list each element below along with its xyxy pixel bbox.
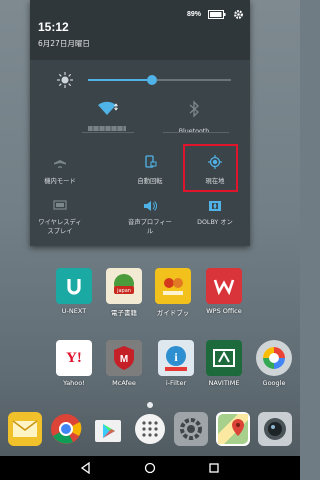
tile-wifi[interactable]	[73, 100, 143, 116]
unext-icon	[56, 268, 92, 304]
app-wps-office[interactable]: WPS Office	[194, 268, 254, 315]
tile-sound-profile[interactable]: 音声プロフィー ル	[115, 200, 185, 236]
tile-airplane-mode[interactable]: 機内モード	[25, 155, 95, 186]
app-google[interactable]: Google	[244, 340, 304, 387]
tile-dolby[interactable]: DOLBY オン	[180, 200, 250, 227]
home-icon[interactable]	[144, 462, 156, 474]
tile-divider	[163, 132, 229, 133]
tile-label: 自動回転	[137, 178, 163, 185]
app-label: McAfee	[112, 379, 136, 387]
app-label: Google	[262, 379, 286, 387]
guidebook-icon	[155, 268, 191, 304]
brightness-slider-fill	[88, 79, 153, 81]
wifi-network-name	[88, 126, 126, 131]
date-label: 6月27日月曜日	[38, 39, 90, 48]
tile-wireless-display[interactable]: ワイヤレスディ スプレイ	[25, 200, 95, 236]
mcafee-icon: M	[106, 340, 142, 376]
back-icon[interactable]	[80, 462, 92, 474]
tile-label: DOLBY オン	[197, 219, 233, 226]
location-highlight-box	[183, 144, 238, 192]
battery-percentage: 89%	[187, 11, 202, 18]
battery-icon	[208, 10, 226, 19]
tile-label: 音声プロフィー ル	[128, 219, 172, 235]
page-indicator	[147, 402, 153, 408]
ebook-japan-icon: japan	[106, 268, 142, 304]
brightness-icon	[57, 72, 73, 88]
brightness-slider-thumb[interactable]	[147, 75, 158, 85]
app-label: WPS Office	[206, 307, 242, 315]
clock: 15:12	[38, 20, 69, 34]
google-icon	[256, 340, 292, 376]
svg-text:japan: japan	[116, 288, 131, 294]
email-icon[interactable]	[8, 412, 42, 446]
tile-label: 機内モード	[44, 178, 76, 185]
quick-settings-panel: 15:12 6月27日月曜日 89% Bluetooth 機内モード	[30, 0, 250, 246]
app-mcafee[interactable]: M McAfee	[94, 340, 154, 387]
tile-divider	[82, 132, 134, 133]
settings-gear-icon[interactable]	[233, 9, 244, 20]
tile-bluetooth[interactable]: Bluetooth	[159, 100, 229, 136]
wifi-icon	[98, 101, 118, 115]
app-drawer-icon[interactable]	[133, 412, 167, 446]
dolby-icon	[209, 201, 221, 211]
yahoo-icon: Y!	[56, 340, 92, 376]
recents-icon[interactable]	[208, 462, 220, 474]
bluetooth-icon	[189, 100, 199, 118]
volume-icon	[144, 201, 157, 211]
tile-label: ワイヤレスディ スプレイ	[38, 219, 82, 235]
settings-icon[interactable]	[174, 412, 208, 446]
airplane-icon	[54, 156, 66, 168]
wps-office-icon	[206, 268, 242, 304]
ifilter-icon: i	[158, 340, 194, 376]
play-store-icon[interactable]	[91, 412, 125, 446]
tile-auto-rotate[interactable]: 自動回転	[115, 155, 185, 186]
autorotate-icon	[145, 155, 157, 168]
navitime-icon	[206, 340, 242, 376]
maps-icon[interactable]	[216, 412, 250, 446]
svg-text:M: M	[120, 354, 128, 365]
chrome-icon[interactable]	[49, 412, 83, 446]
cast-icon	[53, 200, 67, 210]
camera-icon[interactable]	[258, 412, 292, 446]
